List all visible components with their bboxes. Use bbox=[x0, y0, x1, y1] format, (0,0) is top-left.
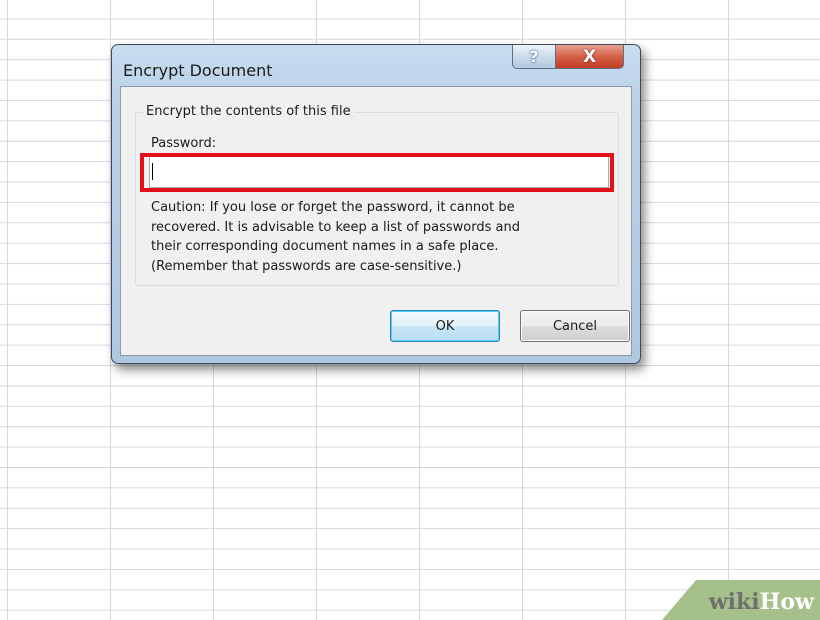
text-caret bbox=[152, 163, 153, 180]
ok-button[interactable]: OK bbox=[390, 310, 500, 342]
help-icon: ? bbox=[529, 47, 539, 66]
close-icon: X bbox=[582, 46, 597, 67]
help-button[interactable]: ? bbox=[512, 45, 556, 69]
screen: Encrypt Document ? X Encrypt the content… bbox=[0, 0, 820, 620]
dialog-body: Encrypt the contents of this file Passwo… bbox=[120, 86, 632, 356]
dialog-title: Encrypt Document bbox=[123, 61, 273, 80]
password-input[interactable] bbox=[149, 154, 609, 188]
cancel-button[interactable]: Cancel bbox=[520, 310, 630, 342]
caution-line: their corresponding document names in a … bbox=[151, 239, 499, 254]
watermark-logo: wikiHow bbox=[709, 589, 814, 615]
close-button[interactable]: X bbox=[555, 45, 624, 69]
watermark-text-wiki: wiki bbox=[708, 589, 760, 615]
encrypt-document-dialog: Encrypt Document ? X Encrypt the content… bbox=[111, 44, 641, 364]
title-bar[interactable]: Encrypt Document ? X bbox=[112, 45, 640, 85]
caution-text: Caution: If you lose or forget the passw… bbox=[151, 198, 601, 276]
caution-line: recovered. It is advisable to keep a lis… bbox=[151, 219, 520, 235]
caution-line: (Remember that passwords are case-sensit… bbox=[151, 258, 462, 274]
groupbox-label: Encrypt the contents of this file bbox=[143, 104, 354, 119]
watermark-text-how: How bbox=[759, 589, 814, 615]
caution-line: Caution: If you lose or forget the passw… bbox=[151, 200, 515, 215]
password-label: Password: bbox=[151, 136, 217, 151]
